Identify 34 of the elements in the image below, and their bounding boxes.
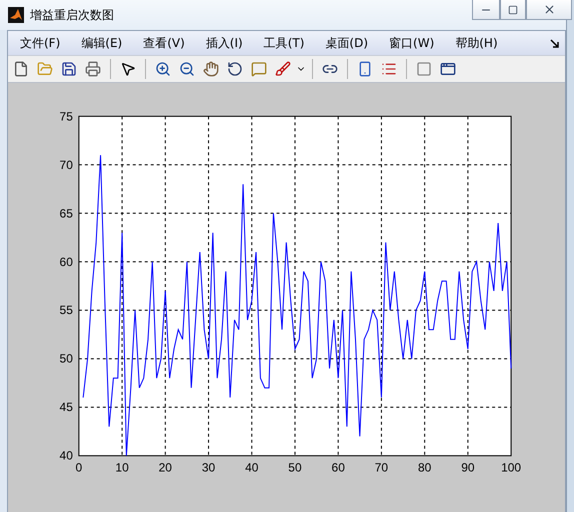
tick-label: 55 [60, 303, 73, 318]
menu-item[interactable]: 窗口(W) [383, 34, 440, 52]
dock-arrow-icon[interactable] [550, 38, 559, 48]
tick-label: 30 [202, 460, 216, 475]
menu-item[interactable]: 查看(V) [137, 34, 191, 52]
close-icon [542, 3, 556, 16]
window-title: 增益重启次数图 [30, 6, 115, 24]
tick-label: 40 [245, 460, 258, 475]
maximize-button[interactable] [500, 0, 526, 20]
menu-item[interactable]: 插入(I) [200, 34, 249, 52]
tick-label: 10 [115, 460, 129, 475]
tick-label: 40 [60, 448, 73, 463]
close-button[interactable] [526, 0, 572, 20]
tick-label: 90 [461, 460, 475, 475]
tick-label: 60 [60, 254, 73, 269]
tick-label: 70 [60, 158, 73, 172]
tick-label: 45 [60, 400, 73, 414]
tick-label: 70 [374, 460, 388, 475]
tick-label: 65 [60, 206, 73, 220]
tick-label: 80 [418, 460, 432, 475]
tick-label: 100 [501, 460, 522, 475]
menu-item[interactable]: 帮助(H) [449, 34, 504, 52]
logo-icon [8, 7, 24, 23]
tick-label: 60 [332, 460, 345, 475]
tick-label: 50 [288, 460, 302, 475]
tick-label: 0 [76, 460, 82, 475]
menu-item[interactable]: 工具(T) [258, 34, 310, 52]
menu-item[interactable]: 桌面(D) [319, 34, 374, 52]
menu-item[interactable]: 编辑(E) [75, 34, 128, 52]
tick-label: 50 [60, 352, 73, 366]
menu-item[interactable]: 文件(F) [14, 34, 66, 52]
tick-label: 20 [158, 460, 172, 475]
maximize-icon [508, 4, 518, 14]
tick-label: 75 [60, 109, 73, 124]
